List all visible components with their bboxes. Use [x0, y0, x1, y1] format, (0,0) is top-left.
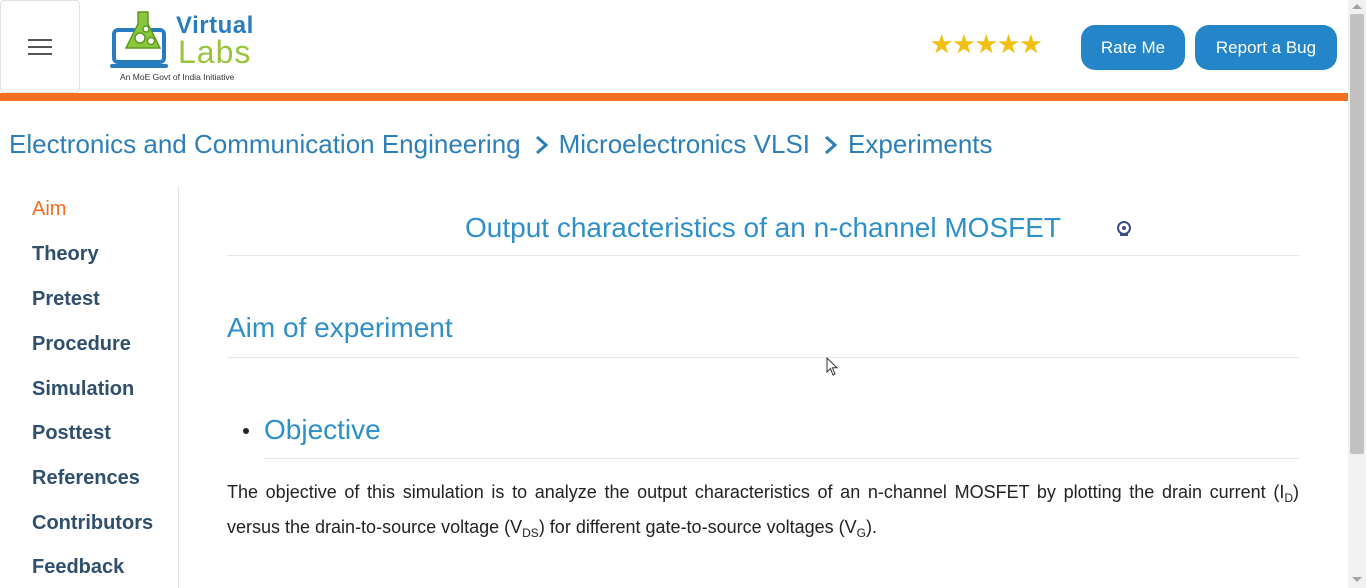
sidebar-item-posttest[interactable]: Posttest	[32, 422, 111, 445]
objective-text-part: ).	[865, 517, 877, 537]
objective-text-part: ) for different gate-to-source voltages …	[538, 517, 857, 537]
page: Virtual Labs An MoE Govt of India Initia…	[0, 0, 1366, 588]
sidebar-item-procedure[interactable]: Procedure	[32, 333, 131, 356]
subscript-d: D	[1284, 491, 1293, 505]
logo-word-labs: Labs	[178, 34, 252, 70]
logo-tagline: An MoE Govt of India Initiative	[120, 72, 235, 82]
scroll-up-arrow-icon[interactable]	[1352, 4, 1362, 9]
objective-heading: Objective	[264, 414, 381, 445]
breadcrumb-discipline[interactable]: Electronics and Communication Engineerin…	[9, 129, 521, 160]
objective-text-part: The objective of this simulation is to a…	[227, 482, 1285, 502]
sidebar-item-theory[interactable]: Theory	[32, 243, 99, 266]
site-header: Virtual Labs An MoE Govt of India Initia…	[0, 0, 1348, 93]
header-accent-bar	[0, 93, 1348, 101]
aim-divider	[227, 357, 1299, 358]
title-divider	[227, 255, 1299, 256]
report-bug-button[interactable]: Report a Bug	[1195, 25, 1337, 70]
subscript-ds: DS	[522, 526, 539, 540]
institute-emblem-icon	[1117, 221, 1131, 236]
hamburger-icon	[28, 34, 52, 60]
subscript-g: G	[856, 526, 866, 540]
sidebar-item-contributors[interactable]: Contributors	[32, 512, 153, 535]
sidebar-item-feedback[interactable]: Feedback	[32, 556, 124, 579]
breadcrumb: Electronics and Communication Engineerin…	[9, 126, 993, 162]
breadcrumb-lab[interactable]: Microelectronics VLSI	[559, 129, 810, 160]
experiment-title: Output characteristics of an n-channel M…	[464, 212, 1062, 243]
objective-text: The objective of this simulation is to a…	[227, 478, 1299, 548]
breadcrumb-experiments[interactable]: Experiments	[848, 129, 993, 160]
rating-stars: ★★★★★	[930, 29, 1043, 59]
sidebar-item-pretest[interactable]: Pretest	[32, 288, 100, 311]
chevron-right-icon	[825, 135, 838, 155]
virtual-labs-logo[interactable]: Virtual Labs An MoE Govt of India Initia…	[108, 8, 258, 86]
mouse-cursor-icon	[826, 357, 839, 376]
rate-me-button[interactable]: Rate Me	[1081, 25, 1185, 70]
scroll-down-arrow-icon[interactable]	[1352, 577, 1362, 582]
scrollbar-thumb[interactable]	[1350, 14, 1364, 454]
aim-heading: Aim of experiment	[227, 312, 453, 343]
sidebar-nav: Aim Theory Pretest Procedure Simulation …	[0, 186, 179, 588]
sidebar-item-aim[interactable]: Aim	[32, 198, 66, 221]
sidebar-item-references[interactable]: References	[32, 467, 140, 490]
chevron-right-icon	[535, 135, 548, 155]
menu-button[interactable]	[0, 0, 80, 93]
sidebar-item-simulation[interactable]: Simulation	[32, 378, 134, 401]
bullet-icon	[243, 428, 249, 434]
vertical-scrollbar[interactable]	[1348, 0, 1366, 588]
flask-monitor-icon	[110, 11, 168, 68]
objective-divider	[264, 458, 1299, 459]
